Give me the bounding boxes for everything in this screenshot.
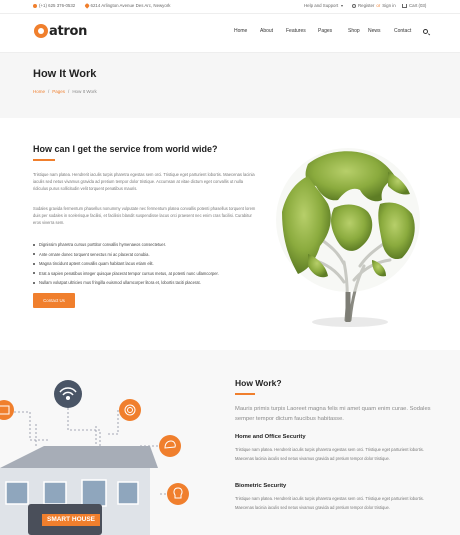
help-support-label: Help and Support [304, 3, 339, 8]
cart-link[interactable]: Cart (03) [402, 3, 426, 8]
service-section: How can I get the service from world wid… [0, 118, 460, 350]
page-title-banner: How It Work Home / Pages / How It Work [0, 52, 460, 118]
phone-icon [33, 3, 37, 8]
feature-text-biometric: Tristique nam platea. Hendrerit iaculis … [235, 496, 424, 510]
contact-us-button[interactable]: Contact Us [33, 293, 75, 308]
logo-text: atron [49, 23, 88, 39]
feature-title-home-office: Home and Office Security [235, 434, 306, 440]
logo[interactable]: atron [34, 22, 87, 40]
logo-mark [34, 24, 48, 38]
breadcrumb-home[interactable]: Home [33, 89, 45, 94]
cart-icon [402, 3, 407, 8]
smart-house-illustration [0, 380, 189, 535]
register-link[interactable]: Register [358, 3, 374, 8]
breadcrumb-current: How It Work [72, 89, 97, 94]
phone-info: (+1) 625 376-0532 [33, 3, 75, 8]
or-text: or [376, 3, 381, 8]
site-header: atron Home About Features Pages Shop New… [0, 14, 460, 52]
list-item: Magna tincidunt aptent convallis quam ha… [33, 259, 219, 269]
search-icon[interactable] [423, 29, 428, 34]
nav-item-home[interactable]: Home [234, 28, 247, 34]
nav-item-news[interactable]: News [368, 28, 381, 34]
how-work-heading: How Work? [235, 378, 282, 388]
breadcrumb-separator: / [68, 89, 70, 94]
page-title: How It Work [33, 68, 97, 80]
heading-underline [33, 159, 55, 161]
nav-item-about[interactable]: About [260, 28, 273, 34]
list-item: Nullam volutpat ultricies mus fringilla … [33, 278, 219, 288]
service-paragraph-2: Sodales gravida fermentum phasellus nonu… [33, 206, 256, 226]
chevron-down-icon [341, 4, 344, 7]
address-text: 6214 Arlington Avenue Des Arc, Newyork [90, 3, 171, 8]
how-work-section: SMART HOUSE How Work? Mauris primis turp… [0, 350, 460, 535]
nav-item-pages[interactable]: Pages [318, 28, 332, 34]
list-item: Erat a sapien penatibus integer quisque … [33, 269, 219, 279]
nav-item-shop[interactable]: Shop [348, 28, 360, 34]
help-support-dropdown[interactable]: Help and Support [304, 3, 344, 8]
globe-tree-image [276, 148, 420, 327]
breadcrumb-pages[interactable]: Pages [52, 89, 65, 94]
nav-item-features[interactable]: Features [286, 28, 306, 34]
service-heading: How can I get the service from world wid… [33, 144, 218, 154]
user-icon [352, 3, 356, 8]
address-info: 6214 Arlington Avenue Des Arc, Newyork [84, 3, 171, 8]
location-pin-icon [84, 3, 90, 8]
signin-link[interactable]: Sign in [382, 3, 395, 8]
nav-item-contact[interactable]: Contact [394, 28, 411, 34]
top-bar: (+1) 625 376-0532 6214 Arlington Avenue … [0, 0, 460, 14]
service-paragraph-1: Tristique nam platea. Hendrerit iaculis … [33, 172, 255, 192]
phone-number: (+1) 625 376-0532 [39, 3, 76, 8]
feature-title-biometric: Biometric Security [235, 483, 287, 489]
breadcrumb: Home / Pages / How It Work [33, 89, 97, 94]
smart-house-label: SMART HOUSE [42, 514, 100, 526]
list-item: Dignissim pharetra cursus porttitor conv… [33, 240, 219, 250]
account-links: Register or Sign in [352, 3, 396, 8]
heading-underline [235, 393, 255, 395]
feature-text-home-office: Tristique nam platea. Hendrerit iaculis … [235, 447, 424, 461]
feature-list: Dignissim pharetra cursus porttitor conv… [33, 240, 219, 288]
breadcrumb-separator: / [48, 89, 50, 94]
cart-label: Cart (03) [409, 3, 427, 8]
list-item: Ante ornare donec torquent senectus mi a… [33, 250, 219, 260]
how-work-lead: Mauris primis turpis Laoreet magna felis… [235, 406, 431, 422]
